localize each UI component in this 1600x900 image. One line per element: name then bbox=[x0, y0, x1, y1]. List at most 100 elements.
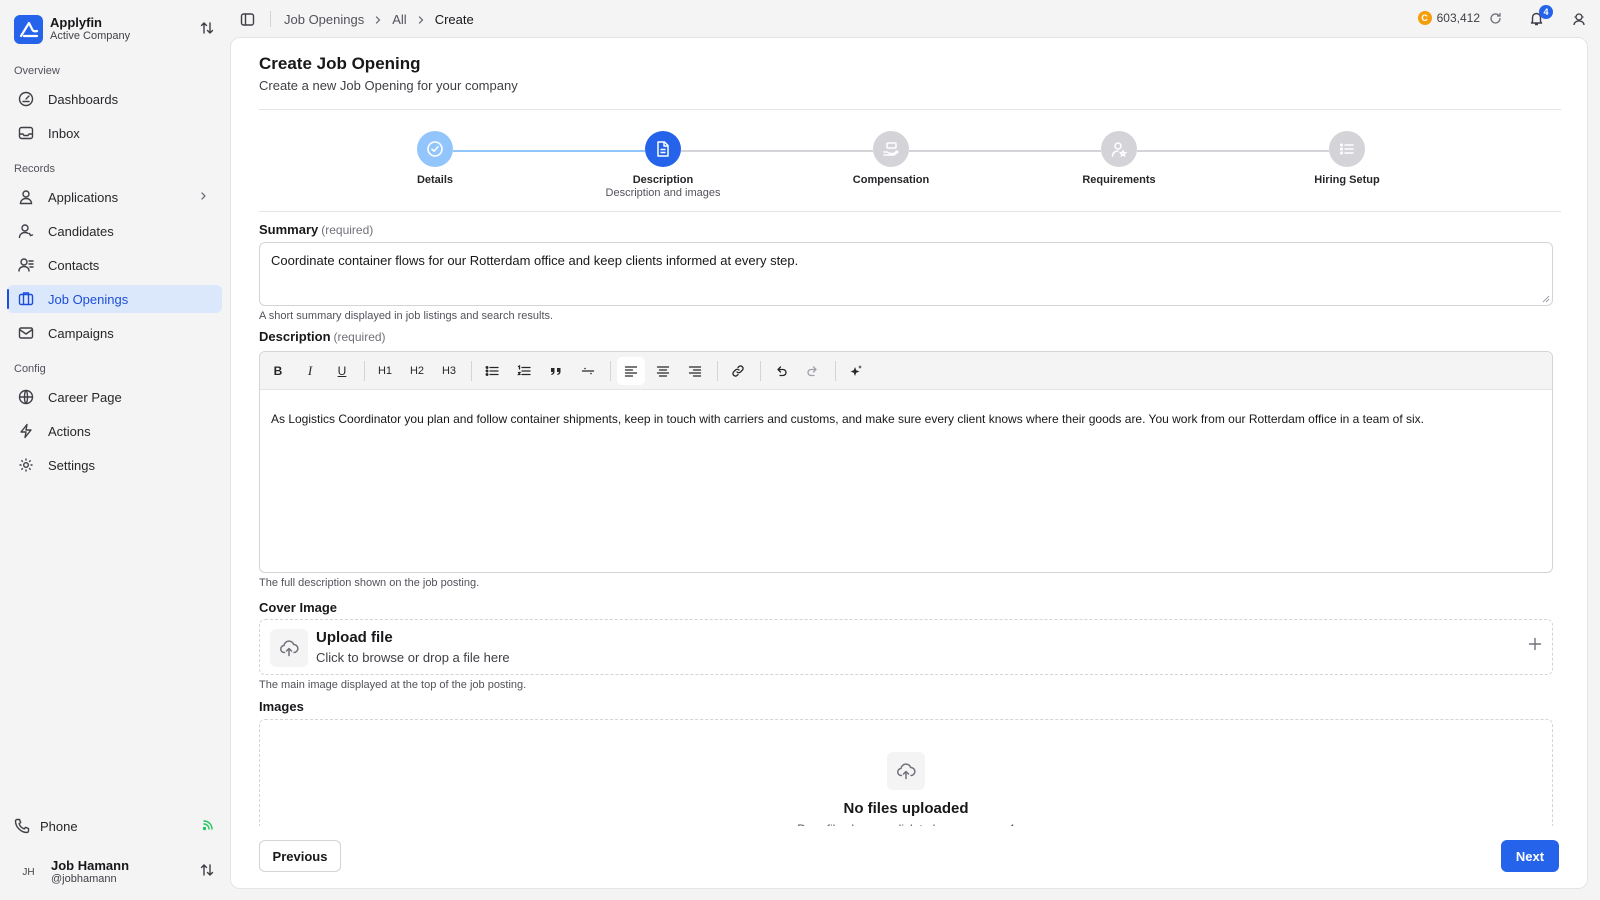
redo-button[interactable] bbox=[799, 357, 827, 385]
ordered-list-button[interactable] bbox=[510, 357, 538, 385]
ordered-list-icon bbox=[517, 364, 531, 378]
sidebar-item-label: Career Page bbox=[48, 389, 122, 405]
heading-2-button[interactable]: H2 bbox=[403, 357, 431, 385]
upload-subtitle: Click to browse or drop a file here bbox=[316, 650, 510, 665]
resize-handle-icon[interactable] bbox=[1542, 295, 1550, 303]
link-button[interactable] bbox=[724, 357, 752, 385]
switch-arrows-icon[interactable] bbox=[200, 863, 214, 877]
sidebar-item-campaigns[interactable]: Campaigns bbox=[7, 319, 222, 347]
list-icon bbox=[1329, 131, 1365, 167]
section-config: Config bbox=[14, 363, 46, 375]
user-handle: @jobhamann bbox=[51, 873, 117, 885]
support-agent-icon[interactable] bbox=[1572, 12, 1586, 26]
step-label: Hiring Setup bbox=[1314, 174, 1380, 186]
money-hand-icon bbox=[873, 131, 909, 167]
toolbar-divider bbox=[364, 360, 365, 381]
sidebar-item-label: Dashboards bbox=[48, 91, 119, 107]
page-title: Create Job Opening bbox=[259, 54, 421, 73]
blockquote-button[interactable] bbox=[542, 357, 570, 385]
required-marker: (required) bbox=[333, 330, 386, 344]
summary-value: Coordinate container flows for our Rotte… bbox=[271, 253, 799, 268]
divider bbox=[259, 109, 1561, 110]
applyfin-logo-icon bbox=[14, 14, 43, 44]
sidebar-item-dashboards[interactable]: Dashboards bbox=[7, 85, 222, 113]
step-description[interactable]: Description Description and images bbox=[568, 131, 758, 199]
step-compensation[interactable]: Compensation bbox=[796, 131, 986, 186]
sidebar-item-actions[interactable]: Actions bbox=[7, 417, 222, 445]
step-requirements[interactable]: Requirements bbox=[1024, 131, 1214, 186]
avatar: JH bbox=[14, 857, 43, 887]
company-name: Applyfin bbox=[50, 15, 102, 30]
sidebar-item-applications[interactable]: Applications bbox=[7, 183, 222, 211]
ai-assist-button[interactable] bbox=[842, 357, 870, 385]
phone-label: Phone bbox=[40, 818, 78, 834]
sidebar-toggle-icon[interactable] bbox=[240, 12, 255, 27]
previous-button[interactable]: Previous bbox=[259, 840, 341, 872]
page-subtitle: Create a new Job Opening for your compan… bbox=[259, 78, 518, 93]
bold-button[interactable]: B bbox=[264, 357, 292, 385]
breadcrumb-job-openings[interactable]: Job Openings bbox=[284, 12, 364, 27]
sidebar-item-label: Settings bbox=[48, 457, 95, 473]
editor-toolbar: B I U H1 H2 H3 bbox=[260, 352, 1552, 390]
step-description-text: Description and images bbox=[605, 187, 721, 199]
sidebar-item-job-openings[interactable]: Job Openings bbox=[7, 285, 222, 313]
credits-balance[interactable]: C 603,412 bbox=[1417, 11, 1480, 25]
section-records: Records bbox=[14, 163, 55, 175]
h3-icon: H3 bbox=[441, 364, 457, 377]
italic-icon: I bbox=[307, 362, 313, 378]
step-hiring-setup[interactable]: Hiring Setup bbox=[1252, 131, 1442, 186]
summary-label-text: Summary bbox=[259, 222, 319, 237]
phone-icon bbox=[14, 818, 30, 834]
phone-status-item[interactable]: Phone bbox=[14, 818, 214, 834]
chevron-right-icon bbox=[198, 191, 208, 201]
toolbar-divider bbox=[760, 360, 761, 381]
breadcrumb-all[interactable]: All bbox=[392, 12, 406, 27]
description-content[interactable]: As Logistics Coordinator you plan and fo… bbox=[260, 390, 1552, 448]
document-icon bbox=[645, 131, 681, 167]
toolbar-divider bbox=[717, 360, 718, 381]
bullet-list-button[interactable] bbox=[478, 357, 506, 385]
description-editor[interactable]: B I U H1 H2 H3 As Logistics Coordinator … bbox=[259, 351, 1553, 573]
step-details[interactable]: Details bbox=[340, 131, 530, 186]
toolbar-divider bbox=[610, 360, 611, 381]
heading-3-button[interactable]: H3 bbox=[435, 357, 463, 385]
align-center-button[interactable] bbox=[649, 357, 677, 385]
sidebar-item-contacts[interactable]: Contacts bbox=[7, 251, 222, 279]
refresh-icon[interactable] bbox=[1489, 12, 1502, 25]
breadcrumb-create: Create bbox=[434, 12, 474, 27]
inbox-icon bbox=[18, 125, 34, 141]
underline-icon: U bbox=[337, 363, 347, 378]
sidebar-item-inbox[interactable]: Inbox bbox=[7, 119, 222, 147]
align-left-button[interactable] bbox=[617, 356, 645, 385]
undo-button[interactable] bbox=[767, 357, 795, 385]
sidebar-item-label: Actions bbox=[48, 423, 91, 439]
horizontal-rule-icon bbox=[581, 364, 595, 378]
sidebar-item-candidates[interactable]: Candidates bbox=[7, 217, 222, 245]
switch-arrows-icon[interactable] bbox=[200, 21, 214, 35]
plus-icon[interactable] bbox=[1528, 637, 1542, 651]
heading-1-button[interactable]: H1 bbox=[371, 357, 399, 385]
sidebar-item-label: Campaigns bbox=[48, 325, 114, 341]
next-button[interactable]: Next bbox=[1501, 840, 1559, 872]
cover-image-upload[interactable]: Upload file Click to browse or drop a fi… bbox=[259, 619, 1553, 675]
redo-icon bbox=[806, 364, 820, 378]
horizontal-rule-button[interactable] bbox=[574, 357, 602, 385]
description-label-text: Description bbox=[259, 329, 331, 344]
summary-label: Summary (required) bbox=[259, 222, 373, 237]
applications-icon bbox=[18, 189, 34, 205]
h2-icon: H2 bbox=[409, 364, 425, 377]
summary-input[interactable]: Coordinate container flows for our Rotte… bbox=[259, 242, 1553, 306]
sidebar-item-label: Inbox bbox=[48, 125, 80, 141]
bold-icon: B bbox=[273, 363, 283, 378]
sidebar-item-career-page[interactable]: Career Page bbox=[7, 383, 222, 411]
divider bbox=[259, 211, 1561, 212]
sidebar-item-settings[interactable]: Settings bbox=[7, 451, 222, 479]
form-footer: Previous Next bbox=[231, 826, 1587, 888]
candidates-icon bbox=[18, 223, 34, 239]
company-switcher[interactable]: Applyfin Active Company bbox=[14, 14, 222, 44]
underline-button[interactable]: U bbox=[328, 357, 356, 385]
italic-button[interactable]: I bbox=[296, 357, 324, 385]
user-menu[interactable]: JH Job Hamann @jobhamann bbox=[14, 855, 222, 889]
align-right-button[interactable] bbox=[681, 357, 709, 385]
upload-title: Upload file bbox=[316, 629, 393, 646]
